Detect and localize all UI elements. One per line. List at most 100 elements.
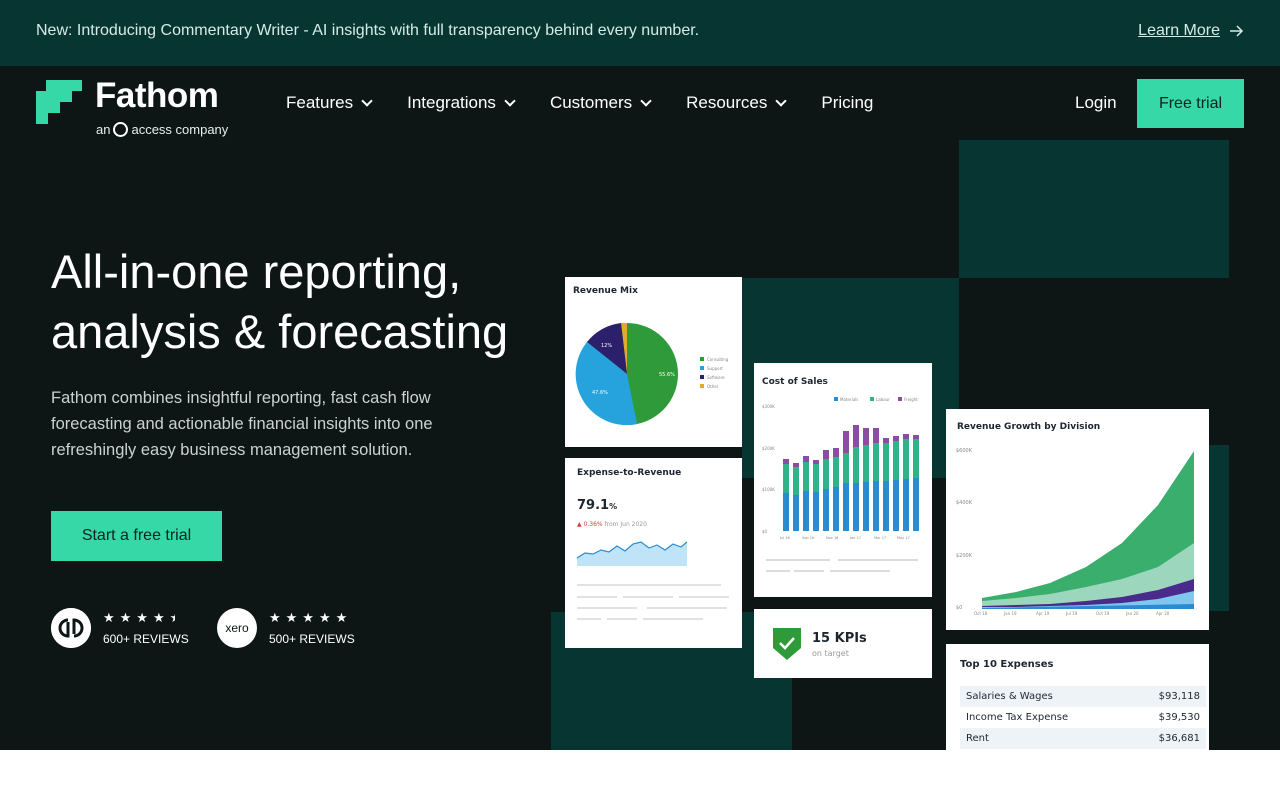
free-trial-button[interactable]: Free trial [1137,79,1244,128]
nav-item-customers[interactable]: Customers [549,93,652,113]
svg-text:$600K: $600K [956,448,973,454]
hero-headline: All-in-one reporting, analysis & forecas… [51,242,508,362]
kpi-value: 15 KPIs [812,631,867,646]
svg-text:$400K: $400K [956,500,973,506]
star-half-icon: ★ [170,610,175,626]
xero-icon: xero [217,608,257,648]
start-free-trial-button[interactable]: Start a free trial [51,511,222,561]
page-below-fold [0,750,1280,800]
svg-text:Support: Support [707,366,723,371]
table-row: Income Tax Expense $39,530 [960,707,1206,728]
svg-text:Jan 19: Jan 19 [1003,611,1017,616]
chevron-down-icon [640,94,652,107]
svg-text:Oct 19: Oct 19 [1096,611,1110,616]
svg-text:Mar 17: Mar 17 [874,536,886,540]
svg-text:Freight: Freight [904,397,918,402]
quickbooks-review[interactable]: ★★★★★ 600+ REVIEWS [51,608,189,648]
brand-sub-suffix: access company [131,122,229,137]
svg-text:May 17: May 17 [897,536,910,540]
main-nav: Fathom an access company Features Integr… [0,66,1280,140]
xero-review[interactable]: xero ★★★★★ 500+ REVIEWS [217,608,355,648]
expense-sparkline [576,541,729,620]
table-row: Salaries & Wages $93,118 [960,686,1206,707]
star-rating-full: ★★★★ [103,610,170,625]
svg-text:Apr 19: Apr 19 [1036,611,1050,616]
nav-item-label: Features [286,93,354,112]
nav-item-label: Pricing [821,93,874,112]
hero-section: Fathom an access company Features Integr… [0,66,1280,750]
svg-text:Other: Other [707,384,719,389]
announcement-bar: New: Introducing Commentary Writer - AI … [0,0,1280,66]
expense-name: Rent [966,733,989,744]
svg-text:$300K: $300K [762,404,775,409]
svg-text:$200K: $200K [762,446,775,451]
svg-text:12%: 12% [601,343,612,349]
card-title: Top 10 Expenses [960,659,1054,670]
kpis-card: 15 KPIs on target [754,609,932,678]
expense-value: $36,681 [1158,733,1200,744]
nav-item-resources[interactable]: Resources [686,93,788,113]
svg-text:55.6%: 55.6% [659,372,675,378]
learn-more-label: Learn More [1138,22,1220,39]
svg-text:$100K: $100K [762,487,775,492]
nav-menu: Features Integrations Customers Resource… [286,93,873,113]
revenue-mix-pie-chart: 12% 47.6% 55.6% Consulting Support Softw… [575,322,729,426]
brand-subtitle: an access company [96,122,228,137]
svg-text:47.6%: 47.6% [592,390,608,396]
nav-item-label: Customers [549,93,633,112]
nav-item-label: Integrations [407,93,496,112]
revenue-growth-area-chart: $600K $400K $200K $0 Oct 18 Jan 19 Apr 1… [956,448,1194,616]
svg-text:Jul 16: Jul 16 [779,536,790,540]
nav-item-features[interactable]: Features [286,93,373,113]
top-expenses-card: Top 10 Expenses Salaries & Wages $93,118… [946,644,1209,750]
fathom-logo-mark-icon [36,80,82,124]
review-count: 500+ REVIEWS [269,632,355,646]
learn-more-link[interactable]: Learn More [1138,22,1244,40]
svg-text:Software: Software [707,375,725,380]
nav-item-pricing[interactable]: Pricing [821,93,873,113]
svg-text:Apr 20: Apr 20 [1156,611,1170,616]
revenue-mix-card: Revenue Mix 12% 47.6% 55.6% Consulting S… [565,277,742,447]
star-rating: ★★★★★ [103,610,189,626]
nav-item-integrations[interactable]: Integrations [407,93,516,113]
expense-to-revenue-card: Expense-to-Revenue 79.1% ▲ 0.36% from Ju… [565,458,742,648]
review-count: 600+ REVIEWS [103,632,189,646]
login-link[interactable]: Login [1075,93,1117,113]
nav-item-label: Resources [686,93,768,112]
star-rating: ★★★★★ [269,610,353,625]
svg-text:Nov 16: Nov 16 [826,536,838,540]
svg-text:Sep 16: Sep 16 [802,536,814,540]
fathom-logo[interactable]: Fathom an access company [36,76,246,137]
expense-value: $39,530 [1158,712,1200,723]
cost-of-sales-card: Cost of Sales Materials Labour Freight $… [754,363,932,597]
revenue-growth-card: Revenue Growth by Division $600K $400K $… [946,409,1209,630]
shield-check-icon [773,628,801,660]
svg-text:Oct 18: Oct 18 [974,611,988,616]
brand-name: Fathom [95,76,219,115]
cost-bars [783,425,919,531]
svg-text:Materials: Materials [840,397,858,402]
svg-text:Labour: Labour [876,397,890,402]
expense-name: Income Tax Expense [966,712,1069,723]
svg-text:Jul 19: Jul 19 [1065,611,1078,616]
headline-line-2: analysis & forecasting [51,305,509,358]
hero-description: Fathom combines insightful reporting, fa… [51,389,433,459]
svg-text:Consulting: Consulting [707,357,729,362]
expense-name: Salaries & Wages [966,691,1053,702]
arrow-right-icon [1230,25,1244,37]
brand-sub-prefix: an [96,122,111,137]
chevron-down-icon [361,94,373,107]
table-row: Rent $36,681 [960,728,1206,749]
kpi-note: on target [812,649,849,658]
quickbooks-icon [51,608,91,648]
svg-text:Jan 20: Jan 20 [1125,611,1139,616]
chevron-down-icon [504,94,516,107]
headline-line-1: All-in-one reporting, [51,245,462,298]
svg-text:$0: $0 [956,605,962,611]
svg-text:Jan 17: Jan 17 [849,536,861,540]
top-expenses-table: Salaries & Wages $93,118 Income Tax Expe… [960,686,1206,749]
access-ring-icon [113,122,129,137]
svg-text:$0: $0 [762,529,768,534]
svg-text:$200K: $200K [956,553,973,559]
announcement-text: New: Introducing Commentary Writer - AI … [36,22,700,39]
